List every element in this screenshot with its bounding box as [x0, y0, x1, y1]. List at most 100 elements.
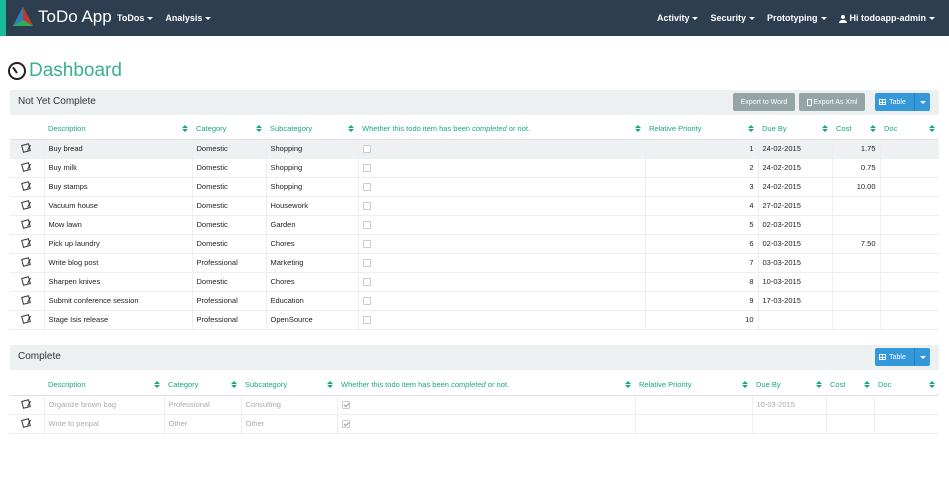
- brand[interactable]: ToDo App: [12, 6, 112, 28]
- description-cell[interactable]: Buy stamps: [43, 177, 192, 197]
- table-row[interactable]: Vacuum house Domestic Housework 4 27-02-2015: [10, 196, 939, 216]
- table-row[interactable]: Mow lawn Domestic Garden 5 02-03-2015: [10, 215, 939, 235]
- subcategory-cell: Shopping: [265, 158, 358, 178]
- menu-prototyping[interactable]: Prototyping: [767, 13, 827, 23]
- column-header-description[interactable]: Description: [44, 375, 164, 396]
- table-view-button[interactable]: Table: [875, 93, 930, 111]
- edit-icon[interactable]: [21, 275, 31, 286]
- complete-checkbox[interactable]: [362, 297, 371, 305]
- table-row[interactable]: Submit conference session Professional Edu…: [10, 291, 939, 311]
- complete-checkbox[interactable]: [362, 221, 371, 229]
- complete-checkbox[interactable]: [362, 164, 371, 172]
- description-cell[interactable]: Vacuum house: [43, 196, 192, 216]
- edit-icon[interactable]: [21, 218, 31, 229]
- complete-checkbox[interactable]: [341, 420, 350, 428]
- edit-cell[interactable]: [10, 291, 44, 311]
- column-header-category[interactable]: Category: [192, 119, 266, 140]
- column-header-due-by[interactable]: Due By: [752, 375, 826, 396]
- table-row[interactable]: Buy milk Domestic Shopping 2 24-02-2015 0.75: [10, 158, 939, 178]
- description-cell[interactable]: Sharpen knives: [43, 272, 192, 292]
- column-header-subcategory[interactable]: Subcategory: [241, 375, 337, 396]
- column-header-subcategory[interactable]: Subcategory: [266, 119, 358, 140]
- edit-cell[interactable]: [10, 234, 44, 254]
- table-view-button[interactable]: Table: [875, 348, 930, 366]
- description-cell[interactable]: Buy bread: [43, 139, 192, 159]
- description-cell[interactable]: Mow lawn: [43, 215, 192, 235]
- table-row[interactable]: Stage Isis release Professional OpenSource…: [10, 310, 939, 330]
- complete-checkbox[interactable]: [341, 401, 350, 409]
- sort-icon: [742, 381, 748, 388]
- due-by-cell: 24-02-2015: [757, 139, 832, 159]
- column-header-cost[interactable]: Cost: [832, 119, 880, 140]
- top-navbar: ToDo App ToDos Analysis Activity Securit…: [0, 0, 949, 36]
- edit-icon[interactable]: [21, 142, 31, 153]
- edit-icon[interactable]: [21, 256, 31, 267]
- edit-icon[interactable]: [21, 161, 31, 172]
- sort-icon: [231, 381, 237, 388]
- complete-checkbox[interactable]: [362, 145, 371, 153]
- column-header-description[interactable]: Description: [44, 119, 192, 140]
- description-cell[interactable]: Write to penpal: [43, 414, 164, 434]
- column-header-complete[interactable]: Whether this todo item has been complete…: [358, 119, 645, 140]
- column-header-doc[interactable]: Doc: [874, 375, 939, 396]
- description-cell[interactable]: Organize brown bag: [43, 395, 164, 415]
- description-cell[interactable]: Submit conference session: [43, 291, 192, 311]
- description-cell[interactable]: Pick up laundry: [43, 234, 192, 254]
- edit-cell[interactable]: [10, 215, 44, 235]
- edit-icon[interactable]: [21, 417, 31, 428]
- menu-activity[interactable]: Activity: [657, 13, 699, 23]
- description-cell[interactable]: Buy milk: [43, 158, 192, 178]
- edit-cell[interactable]: [10, 414, 44, 434]
- edit-cell[interactable]: [10, 395, 44, 415]
- edit-icon[interactable]: [21, 294, 31, 305]
- priority-cell: 6: [644, 234, 758, 254]
- complete-checkbox[interactable]: [362, 278, 371, 286]
- edit-cell[interactable]: [10, 139, 44, 159]
- column-header-priority[interactable]: Relative Priority: [645, 119, 758, 140]
- edit-cell[interactable]: [10, 310, 44, 330]
- description-cell[interactable]: Write blog post: [43, 253, 192, 273]
- column-header-cost[interactable]: Cost: [826, 375, 874, 396]
- due-by-cell: 17-03-2015: [757, 291, 832, 311]
- column-header-complete[interactable]: Whether this todo item has been complete…: [337, 375, 635, 396]
- column-header-due-by[interactable]: Due By: [758, 119, 832, 140]
- edit-cell[interactable]: [10, 196, 44, 216]
- edit-cell[interactable]: [10, 272, 44, 292]
- table-row[interactable]: Organize brown bag Professional Consulting…: [10, 395, 939, 415]
- description-cell[interactable]: Stage Isis release: [43, 310, 192, 330]
- edit-icon[interactable]: [21, 398, 31, 409]
- edit-icon[interactable]: [21, 180, 31, 191]
- export-xml-button[interactable]: Export As Xml: [799, 93, 865, 111]
- menu-security[interactable]: Security: [710, 13, 755, 23]
- category-cell: Professional: [191, 291, 266, 311]
- column-header-category[interactable]: Category: [164, 375, 241, 396]
- table-row[interactable]: Buy bread Domestic Shopping 1 24-02-2015 1.75: [10, 139, 939, 159]
- complete-checkbox[interactable]: [362, 183, 371, 191]
- export-word-button[interactable]: Export to Word: [733, 93, 795, 111]
- menu-analysis[interactable]: Analysis: [165, 13, 212, 23]
- table-row[interactable]: Buy stamps Domestic Shopping 3 24-02-2015 10.…: [10, 177, 939, 197]
- column-header-doc[interactable]: Doc: [880, 119, 939, 140]
- edit-icon[interactable]: [21, 199, 31, 210]
- cost-cell: [831, 253, 880, 273]
- table-row[interactable]: Write blog post Professional Marketing 7 03-…: [10, 253, 939, 273]
- table-row[interactable]: Sharpen knives Domestic Chores 8 10-03-2015: [10, 272, 939, 292]
- edit-cell[interactable]: [10, 158, 44, 178]
- edit-icon[interactable]: [21, 313, 31, 324]
- page-title: Dashboard: [8, 60, 122, 82]
- edit-icon[interactable]: [21, 237, 31, 248]
- complete-checkbox[interactable]: [362, 316, 371, 324]
- table-row[interactable]: Pick up laundry Domestic Chores 6 02-03-2015…: [10, 234, 939, 254]
- column-header-priority[interactable]: Relative Priority: [635, 375, 752, 396]
- table-row[interactable]: Write to penpal Other Other: [10, 414, 939, 434]
- menu-todos[interactable]: ToDos: [117, 13, 154, 23]
- complete-checkbox[interactable]: [362, 259, 371, 267]
- edit-cell[interactable]: [10, 177, 44, 197]
- edit-cell[interactable]: [10, 253, 44, 273]
- complete-checkbox[interactable]: [362, 240, 371, 248]
- menu-user[interactable]: Hi todoapp-admin: [838, 13, 935, 23]
- complete-checkbox[interactable]: [362, 202, 371, 210]
- dashboard-gauge-icon: [8, 62, 26, 80]
- sort-icon: [929, 381, 935, 388]
- subcategory-cell: Education: [265, 291, 358, 311]
